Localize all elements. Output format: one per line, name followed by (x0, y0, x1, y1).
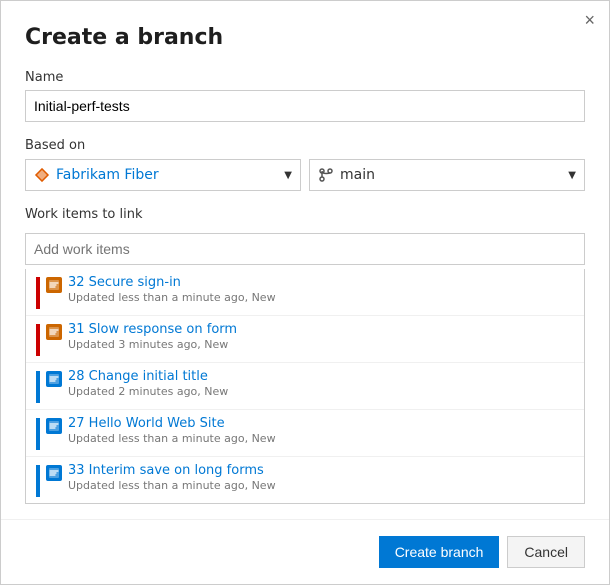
work-item-meta: Updated less than a minute ago, New (68, 432, 574, 445)
repo-chevron-icon: ▼ (284, 170, 292, 181)
work-item: 28 Change initial title Updated 2 minute… (26, 363, 584, 410)
work-item-priority-bar (36, 324, 40, 356)
work-item: 31 Slow response on form Updated 3 minut… (26, 316, 584, 363)
work-item-info: 33 Interim save on long forms Updated le… (68, 463, 574, 492)
work-item-title[interactable]: 33 Interim save on long forms (68, 463, 574, 478)
work-item-priority-bar (36, 465, 40, 497)
work-item-title[interactable]: 31 Slow response on form (68, 322, 574, 337)
name-input[interactable] (25, 90, 585, 122)
work-item-title[interactable]: 32 Secure sign-in (68, 275, 574, 290)
work-item-info: 31 Slow response on form Updated 3 minut… (68, 322, 574, 351)
work-item-info: 27 Hello World Web Site Updated less tha… (68, 416, 574, 445)
cancel-button[interactable]: Cancel (507, 536, 585, 568)
name-label: Name (25, 70, 585, 85)
work-item: 33 Interim save on long forms Updated le… (26, 457, 584, 503)
dropdowns-row: Fabrikam Fiber ▼ main ▼ (25, 159, 585, 191)
work-item-meta: Updated less than a minute ago, New (68, 479, 574, 492)
work-items-input[interactable] (25, 233, 585, 265)
branch-chevron-icon: ▼ (568, 170, 576, 181)
work-item-meta: Updated 3 minutes ago, New (68, 338, 574, 351)
branch-icon (318, 167, 334, 183)
based-on-section: Based on Fabrikam Fiber ▼ (25, 138, 585, 191)
create-branch-dialog: × Create a branch Name Based on Fabrikam… (0, 0, 610, 585)
work-item-title[interactable]: 28 Change initial title (68, 369, 574, 384)
repo-dropdown[interactable]: Fabrikam Fiber ▼ (25, 159, 301, 191)
work-item: 27 Hello World Web Site Updated less tha… (26, 410, 584, 457)
work-item-meta: Updated 2 minutes ago, New (68, 385, 574, 398)
close-button[interactable]: × (584, 11, 595, 29)
work-item-type-icon (46, 418, 62, 434)
work-items-section: Work items to link 32 Secure sign-in Upd… (25, 207, 585, 504)
work-item-title[interactable]: 27 Hello World Web Site (68, 416, 574, 431)
work-item-type-icon (46, 465, 62, 481)
work-item-type-icon (46, 324, 62, 340)
work-item-priority-bar (36, 277, 40, 309)
work-item: 32 Secure sign-in Updated less than a mi… (26, 269, 584, 316)
work-item-info: 32 Secure sign-in Updated less than a mi… (68, 275, 574, 304)
dialog-footer: Create branch Cancel (1, 519, 609, 584)
name-field-container: Name (25, 70, 585, 122)
work-items-label: Work items to link (25, 207, 585, 222)
work-item-type-icon (46, 371, 62, 387)
work-item-priority-bar (36, 418, 40, 450)
branch-dropdown[interactable]: main ▼ (309, 159, 585, 191)
work-item-meta: Updated less than a minute ago, New (68, 291, 574, 304)
branch-dropdown-text: main (340, 167, 568, 183)
dialog-title: Create a branch (25, 25, 585, 50)
work-item-type-icon (46, 277, 62, 293)
repo-dropdown-text: Fabrikam Fiber (56, 167, 284, 183)
work-item-info: 28 Change initial title Updated 2 minute… (68, 369, 574, 398)
work-item-priority-bar (36, 371, 40, 403)
work-items-list: 32 Secure sign-in Updated less than a mi… (25, 269, 585, 504)
based-on-label: Based on (25, 138, 585, 153)
repo-icon (34, 167, 50, 183)
create-branch-button[interactable]: Create branch (379, 536, 500, 568)
